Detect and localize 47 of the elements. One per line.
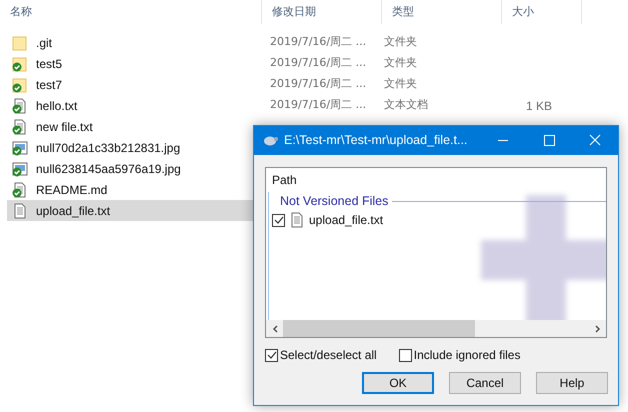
scroll-left-icon[interactable]	[272, 324, 278, 332]
modified-date: 2019/7/16/周二 ...	[269, 76, 368, 92]
file-name: test7	[36, 76, 62, 94]
window-title: E:\Test-mr\Test-mr\upload_file.t...	[284, 132, 468, 150]
file-row[interactable]: README.md	[7, 179, 262, 200]
file-name: upload_file.txt	[36, 202, 110, 220]
modified-date: 2019/7/16/周二 ...	[269, 97, 368, 114]
column-header[interactable]: 类型	[382, 0, 502, 24]
file-name: null6238145aa5976a19.jpg	[36, 160, 181, 178]
file-type: 文本文档	[383, 97, 429, 114]
file-row[interactable]: .git	[7, 32, 262, 53]
file-name: test5	[36, 56, 62, 72]
path-column-header[interactable]: Path	[266, 168, 606, 192]
file-name: README.md	[36, 182, 108, 198]
file-row[interactable]: test5	[7, 53, 262, 74]
file-row[interactable]: new file.txt	[7, 116, 262, 137]
file-name[interactable]: upload_file.txt	[309, 211, 384, 229]
file-name: null70d2a1c33b212831.jpg	[36, 140, 180, 156]
checkbox[interactable]	[265, 348, 278, 362]
file-name: .git	[36, 34, 52, 52]
group-header: Not Versioned Files	[280, 192, 388, 210]
file-name: hello.txt	[36, 98, 78, 114]
file-type: 文件夹	[383, 34, 418, 50]
file-name: new file.txt	[36, 118, 93, 136]
file-type: 文件夹	[383, 76, 418, 92]
checkbox[interactable]	[398, 348, 412, 362]
document-icon	[289, 212, 305, 228]
option-label[interactable]: Select/deselect all	[280, 346, 377, 364]
file-row[interactable]: hello.txt	[7, 95, 262, 116]
dialog-button[interactable]: OK	[362, 372, 434, 394]
option-label[interactable]: Include ignored files	[414, 346, 520, 364]
file-row[interactable]: null70d2a1c33b212831.jpg	[7, 137, 262, 158]
scroll-right-icon[interactable]	[594, 324, 600, 332]
file-row[interactable]: test7	[7, 74, 262, 95]
modified-date: 2019/7/16/周二 ...	[269, 55, 368, 72]
column-header[interactable]: 大小	[502, 0, 582, 24]
column-header[interactable]: 名称	[0, 0, 262, 24]
modified-date: 2019/7/16/周二 ...	[269, 34, 368, 50]
horizontal-scrollbar[interactable]	[266, 320, 606, 337]
file-size: 1 KB	[524, 98, 552, 114]
dialog-button[interactable]: Help	[536, 372, 608, 394]
checkbox[interactable]	[272, 214, 285, 226]
dialog-button[interactable]: Cancel	[449, 372, 521, 394]
file-row[interactable]: null6238145aa5976a19.jpg	[7, 158, 262, 179]
file-type: 文件夹	[383, 55, 418, 72]
scrollbar-thumb[interactable]	[283, 320, 475, 337]
column-header[interactable]: 修改日期	[262, 0, 382, 24]
